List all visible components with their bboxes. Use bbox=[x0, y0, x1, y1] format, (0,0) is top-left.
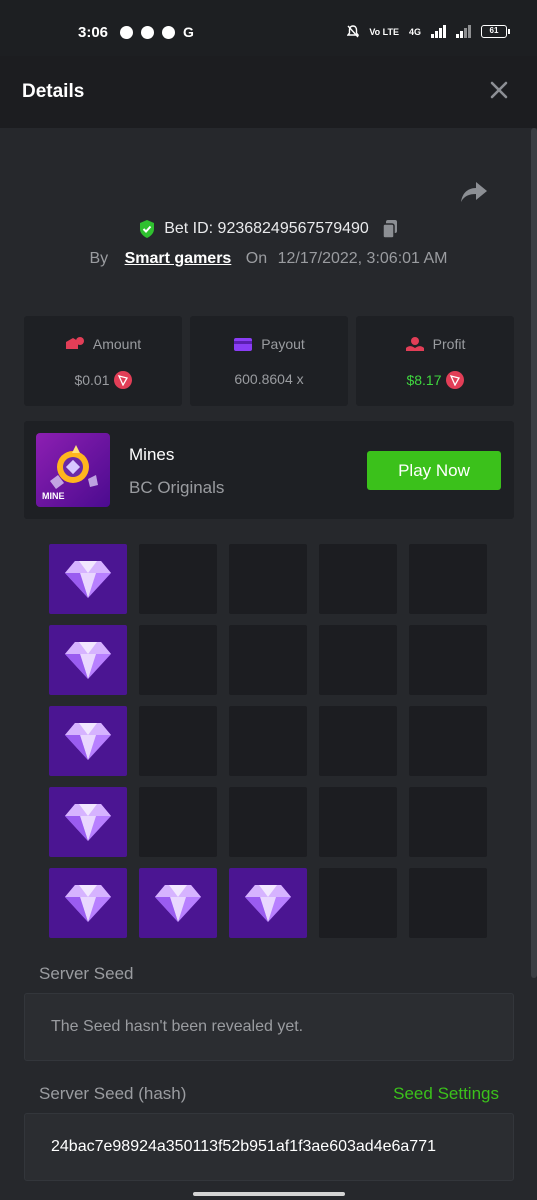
details-header: Details bbox=[0, 56, 537, 128]
bet-date: 12/17/2022, 3:06:01 AM bbox=[277, 250, 448, 267]
battery-icon: 61 bbox=[481, 25, 510, 38]
profit-label: Profit bbox=[432, 336, 466, 352]
google-icon: G bbox=[183, 24, 194, 40]
telegram-icon bbox=[120, 26, 133, 39]
mines-tile-gem bbox=[49, 787, 127, 857]
server-seed-label: Server Seed bbox=[39, 964, 134, 983]
mines-tile-hidden bbox=[319, 625, 397, 695]
mines-tile-hidden bbox=[229, 706, 307, 776]
gem-icon bbox=[65, 804, 111, 841]
game-name: Mines bbox=[129, 445, 175, 464]
bet-by-line: By Smart gamers On 12/17/2022, 3:06:01 A… bbox=[0, 250, 537, 268]
snapchat-icon bbox=[141, 26, 154, 39]
signal-2-icon bbox=[456, 25, 471, 38]
by-label: By bbox=[89, 250, 109, 267]
status-bar: 3:06 G Vo LTE 4G 61 bbox=[0, 0, 537, 56]
profit-icon bbox=[405, 337, 424, 351]
mines-tile-hidden bbox=[139, 787, 217, 857]
bet-id: Bet ID: 92368249567579490 bbox=[164, 220, 369, 237]
thumbnail-label: MINE bbox=[42, 491, 65, 501]
gem-icon bbox=[65, 723, 111, 760]
seed-settings-link[interactable]: Seed Settings bbox=[393, 1084, 499, 1104]
profit-value: $8.17 bbox=[406, 372, 442, 388]
gem-icon bbox=[65, 642, 111, 679]
payout-label: Payout bbox=[261, 336, 305, 352]
mines-tile-hidden bbox=[409, 544, 487, 614]
gem-icon bbox=[245, 885, 291, 922]
mines-tile-gem bbox=[49, 625, 127, 695]
gem-icon bbox=[65, 561, 111, 598]
gesture-nav-bar[interactable] bbox=[193, 1192, 345, 1196]
mines-tile-hidden bbox=[229, 787, 307, 857]
page-title: Details bbox=[22, 81, 85, 102]
mines-game-thumbnail[interactable]: MINE bbox=[36, 433, 110, 507]
bet-stats: Amount $0.01 Payout 600.8604 x Profit $8… bbox=[24, 316, 514, 406]
amount-value: $0.01 bbox=[74, 372, 110, 388]
notification-icons: G bbox=[120, 24, 194, 40]
mines-tile-gem bbox=[49, 706, 127, 776]
trx-coin-icon bbox=[445, 371, 464, 389]
facebook-icon bbox=[162, 26, 175, 39]
payout-icon bbox=[234, 338, 253, 351]
mines-tile-gem bbox=[139, 868, 217, 938]
mines-tile-hidden bbox=[319, 544, 397, 614]
mines-tile-hidden bbox=[139, 706, 217, 776]
trx-coin-icon bbox=[113, 371, 132, 389]
amount-card: Amount $0.01 bbox=[24, 316, 182, 406]
mines-tile-gem bbox=[49, 868, 127, 938]
mines-tile-hidden bbox=[139, 625, 217, 695]
mines-tile-hidden bbox=[409, 868, 487, 938]
server-seed-hash-label: Server Seed (hash) bbox=[39, 1084, 187, 1103]
verified-shield-icon bbox=[140, 220, 155, 238]
payout-card: Payout 600.8604 x bbox=[190, 316, 348, 406]
mines-tile-hidden bbox=[319, 868, 397, 938]
server-seed-field[interactable]: The Seed hasn't been revealed yet. bbox=[24, 993, 514, 1061]
mute-bell-icon bbox=[347, 25, 360, 38]
payout-value: 600.8604 x bbox=[234, 371, 304, 387]
mines-grid bbox=[49, 544, 487, 938]
bet-id-row: Bet ID: 92368249567579490 bbox=[0, 217, 537, 241]
user-link[interactable]: Smart gamers bbox=[125, 250, 232, 267]
mines-tile-gem bbox=[229, 868, 307, 938]
mines-tile-hidden bbox=[409, 787, 487, 857]
close-icon[interactable] bbox=[487, 78, 511, 102]
game-card: MINE Mines BC Originals Play Now bbox=[24, 421, 514, 519]
mines-tile-hidden bbox=[229, 625, 307, 695]
network-type-label: 4G bbox=[408, 26, 421, 37]
mines-tile-gem bbox=[49, 544, 127, 614]
mines-tile-hidden bbox=[139, 544, 217, 614]
game-provider: BC Originals bbox=[129, 478, 225, 497]
amount-label: Amount bbox=[92, 336, 142, 352]
mines-tile-hidden bbox=[409, 706, 487, 776]
mines-tile-hidden bbox=[229, 544, 307, 614]
system-icons: Vo LTE 4G 61 bbox=[347, 25, 510, 38]
copy-icon[interactable] bbox=[381, 219, 399, 239]
mines-tile-hidden bbox=[409, 625, 487, 695]
status-time: 3:06 bbox=[78, 24, 109, 41]
signal-icon bbox=[431, 25, 446, 38]
server-seed-hash-field[interactable]: 24bac7e98924a350113f52b951af1f3ae603ad4e… bbox=[24, 1113, 514, 1181]
gem-icon bbox=[155, 885, 201, 922]
mines-tile-hidden bbox=[319, 787, 397, 857]
profit-card: Profit $8.17 bbox=[356, 316, 514, 406]
mines-tile-hidden bbox=[319, 706, 397, 776]
share-icon[interactable] bbox=[460, 180, 488, 204]
on-label: On bbox=[245, 250, 268, 267]
volte-label: Vo LTE bbox=[369, 26, 399, 37]
play-now-button[interactable]: Play Now bbox=[367, 451, 501, 490]
amount-icon bbox=[65, 337, 84, 349]
gem-icon bbox=[65, 885, 111, 922]
